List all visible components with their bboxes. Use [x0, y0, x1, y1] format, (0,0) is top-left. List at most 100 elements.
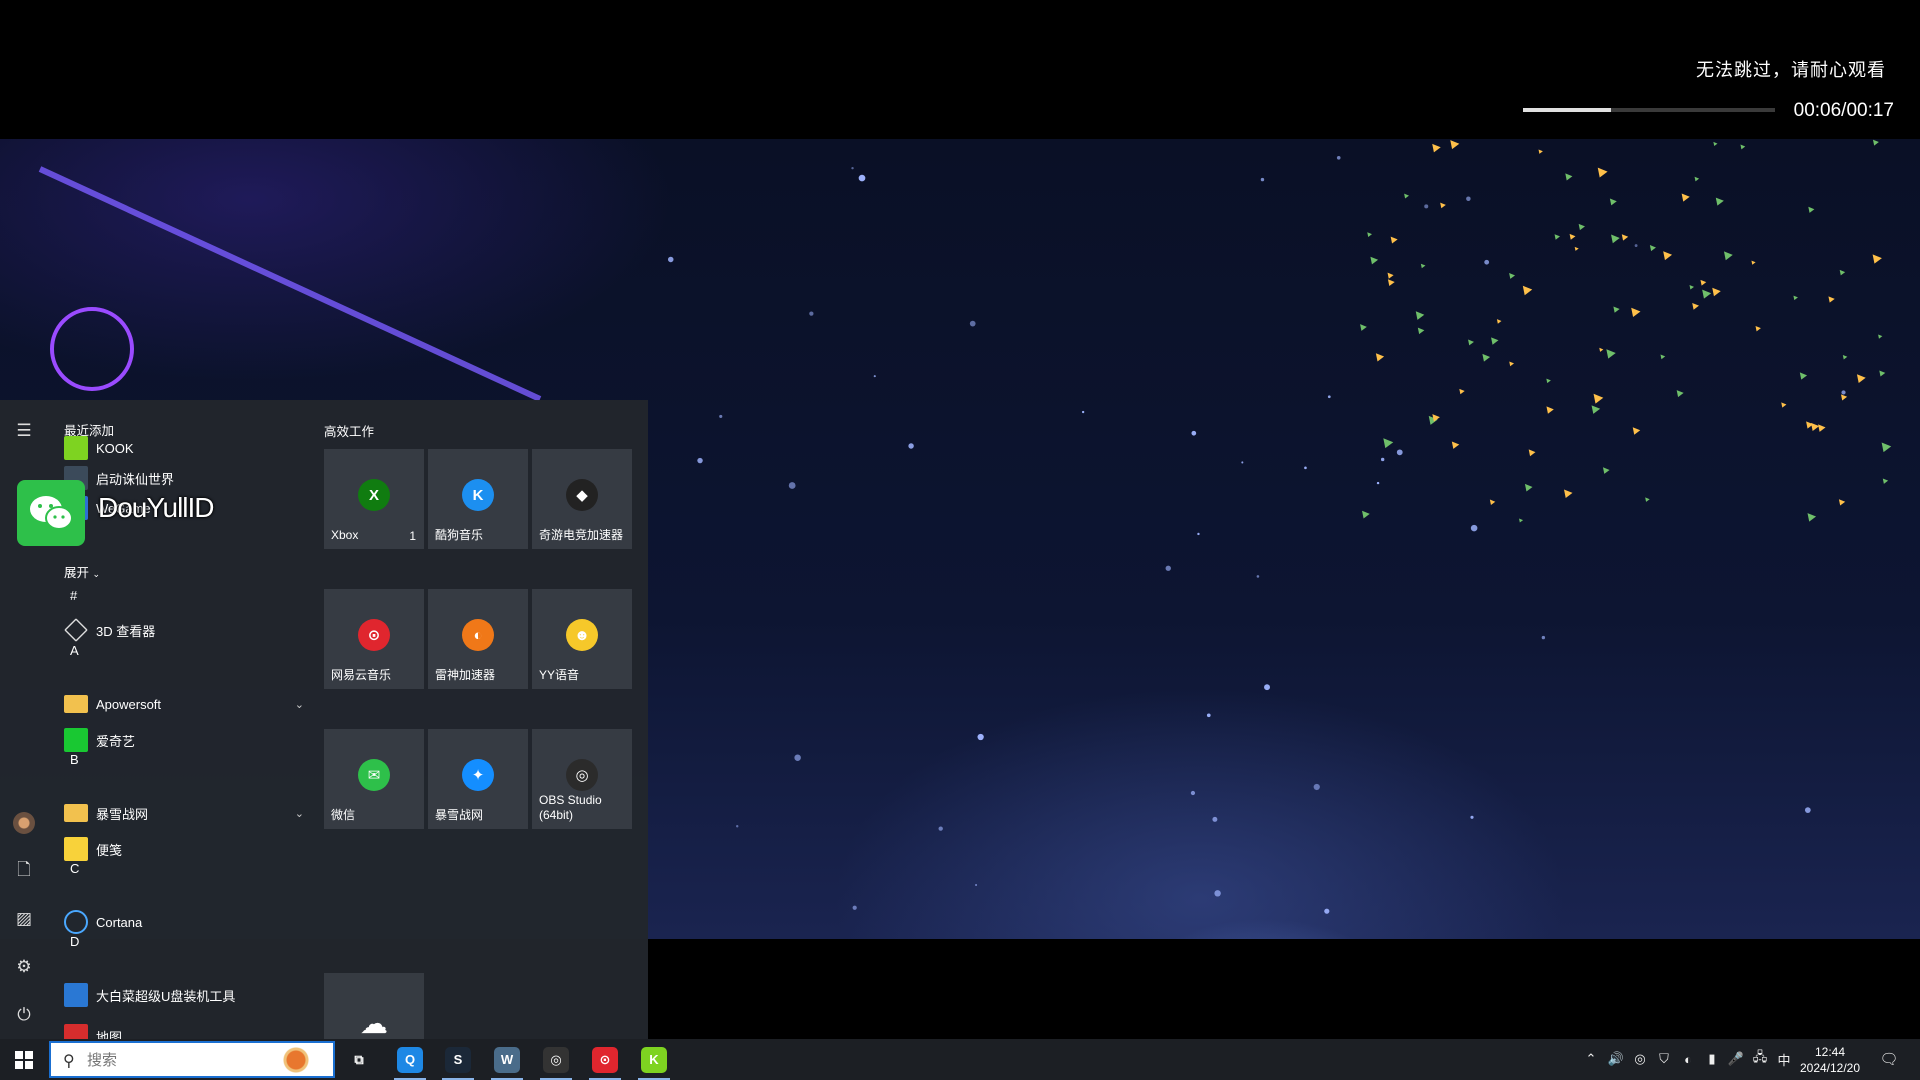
- video-progress-bar: [1523, 108, 1775, 112]
- taskbar: ⚲ ⧉ QSW ◎ ⊙ K ⌃ 🔊 ◎ ⛉ ◐ ▮ 🎤 🖧 中 12:44 2024/12/20 🗨: [0, 1039, 1920, 1080]
- star: [1206, 713, 1211, 718]
- lang-indicator[interactable]: 中: [1775, 1050, 1793, 1068]
- confetti-shard: [1593, 393, 1604, 404]
- hamburger-menu-icon[interactable]: ☰: [12, 419, 36, 443]
- start-button[interactable]: [0, 1039, 48, 1080]
- confetti-shard: [1578, 223, 1585, 231]
- tile-label: Xbox: [331, 528, 359, 542]
- tile-yy[interactable]: ☻ YY语音: [532, 589, 632, 689]
- confetti-shard: [1599, 347, 1604, 352]
- confetti-shard: [1491, 337, 1499, 345]
- confetti-shard: [1375, 353, 1385, 362]
- tile-obs[interactable]: ◎ OBS Studio (64bit): [532, 729, 632, 829]
- tiles-area: 高效工作 X Xbox 1 K 酷狗音乐 ◆ 奇游电竞加速器 ⊙ 网易云音乐 ◐ 雷神加速器 ☻ YY语…: [306, 400, 648, 1073]
- tile-kugou[interactable]: K 酷狗音乐: [428, 449, 528, 549]
- confetti-shard: [1522, 285, 1533, 296]
- confetti-shard: [1565, 173, 1573, 181]
- confetti-shard: [1546, 378, 1551, 384]
- pictures-icon[interactable]: ▨: [12, 907, 36, 931]
- app-list-item[interactable]: 暴雪战网 ⌄: [64, 797, 304, 829]
- taskbar-browser[interactable]: Q: [386, 1039, 434, 1080]
- notification-center-icon[interactable]: 🗨: [1879, 1050, 1898, 1068]
- star: [1241, 461, 1244, 464]
- star: [1541, 635, 1546, 640]
- power-icon[interactable]: ⏻: [12, 1003, 36, 1027]
- confetti-shard: [1632, 427, 1641, 435]
- app-list-item[interactable]: Cortana: [64, 906, 304, 938]
- app-list-item[interactable]: 爱奇艺: [64, 724, 304, 756]
- tile-wechat[interactable]: ✉ 微信: [324, 729, 424, 829]
- onedrive-icon: ☁: [360, 1007, 388, 1039]
- confetti-shard: [1818, 424, 1826, 432]
- skip-notice: 无法跳过，请耐心观看: [1696, 60, 1886, 81]
- taskbar-obs[interactable]: ◎: [532, 1039, 580, 1080]
- recent-item[interactable]: KOOK: [64, 432, 304, 464]
- star: [1191, 430, 1197, 436]
- app-list-item[interactable]: 便笺: [64, 833, 304, 865]
- volume-icon[interactable]: 🔊: [1607, 1050, 1625, 1068]
- confetti-shard: [1564, 489, 1573, 499]
- confetti-shard: [1681, 193, 1690, 202]
- confetti-shard: [1528, 449, 1536, 457]
- user-avatar[interactable]: [12, 811, 36, 835]
- app-list-item[interactable]: Apowersoft ⌄: [64, 688, 304, 720]
- app-list-item[interactable]: 3D 查看器: [64, 614, 304, 646]
- star: [1313, 783, 1320, 791]
- tile-qiyou[interactable]: ◆ 奇游电竞加速器: [532, 449, 632, 549]
- star: [697, 457, 703, 464]
- tile-xbox[interactable]: X Xbox 1: [324, 449, 424, 549]
- taskbar-steam[interactable]: S: [434, 1039, 482, 1080]
- app-list-item-label: 大白菜超级U盘装机工具: [96, 988, 236, 1004]
- chevron-down-icon[interactable]: ⌄: [295, 698, 304, 711]
- clock-date: 2024/12/20: [1799, 1061, 1861, 1075]
- network-icon[interactable]: 🖧: [1751, 1049, 1769, 1068]
- star: [1081, 410, 1085, 414]
- shield-icon[interactable]: ⛉: [1655, 1050, 1673, 1068]
- star: [908, 443, 914, 449]
- confetti-shard: [1574, 246, 1579, 251]
- steam-tray-icon[interactable]: ◐: [1679, 1050, 1697, 1068]
- chevron-up-icon[interactable]: ⌃: [1582, 1050, 1600, 1068]
- confetti-shard: [1723, 251, 1733, 261]
- star: [1484, 259, 1490, 265]
- expand-button[interactable]: 展开 ⌄: [64, 562, 100, 581]
- taskbar-kook[interactable]: K: [630, 1039, 678, 1080]
- taskbar-netease-music[interactable]: ⊙: [581, 1039, 629, 1080]
- confetti-shard: [1702, 289, 1712, 299]
- app-list-item[interactable]: 大白菜超级U盘装机工具: [64, 979, 304, 1011]
- documents-icon[interactable]: 🗋: [12, 859, 36, 883]
- confetti-shard: [1360, 324, 1367, 331]
- tile-label: 网易云音乐: [331, 668, 392, 682]
- clock[interactable]: 12:44 2024/12/20: [1792, 1044, 1868, 1076]
- confetti-shard: [1840, 394, 1848, 401]
- star: [1376, 481, 1380, 485]
- confetti-shard: [1663, 251, 1673, 261]
- search-input[interactable]: [87, 1050, 287, 1070]
- confetti-shard: [1509, 273, 1516, 279]
- settings-gear-icon[interactable]: ⚙: [12, 955, 36, 979]
- star: [794, 754, 801, 761]
- taskbar-search[interactable]: ⚲: [49, 1041, 335, 1078]
- kugou-icon: K: [462, 479, 494, 511]
- tile-battlenet[interactable]: ✦ 暴雪战网: [428, 729, 528, 829]
- tile-leishen[interactable]: ◐ 雷神加速器: [428, 589, 528, 689]
- confetti-shard: [1807, 513, 1817, 522]
- chevron-down-icon[interactable]: ⌄: [295, 807, 304, 820]
- taskbar-wordpad[interactable]: W: [483, 1039, 531, 1080]
- tile-netease-music[interactable]: ⊙ 网易云音乐: [324, 589, 424, 689]
- recent-item[interactable]: 启动诛仙世界: [64, 462, 304, 494]
- confetti-shard: [1420, 263, 1426, 269]
- tile-label: OBS Studio (64bit): [539, 793, 602, 822]
- confetti-shard: [1808, 206, 1815, 213]
- star: [1260, 177, 1265, 182]
- obs-tray-icon[interactable]: ◎: [1631, 1050, 1649, 1068]
- star: [852, 905, 857, 910]
- tile-label: 微信: [331, 808, 356, 822]
- taskbar-task-view[interactable]: ⧉: [335, 1039, 383, 1080]
- star: [1424, 204, 1429, 209]
- star: [1304, 466, 1307, 470]
- microphone-icon[interactable]: 🎤: [1727, 1050, 1745, 1068]
- letter-header[interactable]: #: [70, 588, 77, 603]
- bookmark-icon[interactable]: ▮: [1703, 1050, 1721, 1068]
- confetti-shard: [1387, 272, 1394, 279]
